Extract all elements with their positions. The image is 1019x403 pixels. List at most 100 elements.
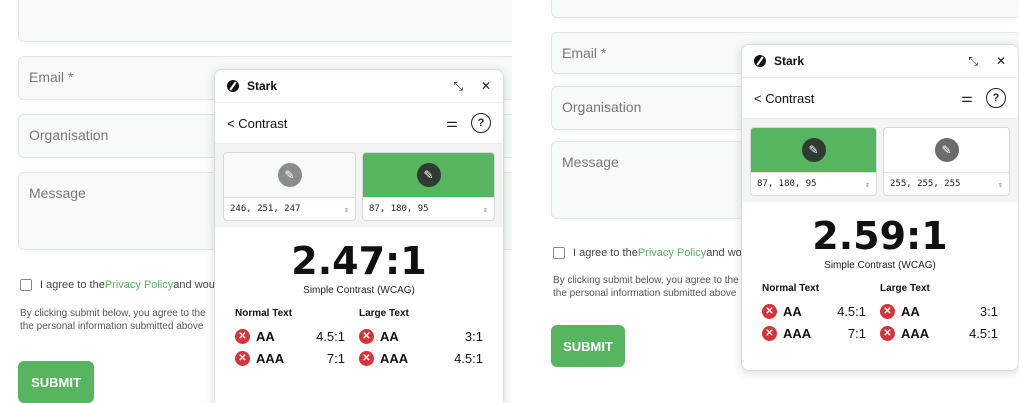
wcag-level: AAA (901, 325, 930, 341)
background-swatch[interactable]: ✎ 87, 180, 95 ⇕ (362, 152, 495, 221)
stepper-icon[interactable]: ⇕ (998, 180, 1003, 189)
stark-logo-icon (754, 55, 766, 67)
background-value-text: 87, 180, 95 (369, 204, 429, 214)
foreground-value-text: 246, 251, 247 (230, 204, 301, 214)
fine-print: By clicking submit below, you agree to t… (20, 307, 206, 333)
result-row: ✕ AA 4.5:1 (235, 325, 359, 347)
stepper-icon[interactable]: ⇕ (344, 205, 349, 214)
contrast-ratio: 2.47:1 (291, 239, 427, 283)
color-swatches: ✎ 246, 251, 247 ⇕ ✎ 87, 180, 95 ⇕ (215, 144, 503, 227)
eyedropper-icon[interactable]: ✎ (801, 138, 826, 162)
stark-logo-icon (227, 80, 239, 92)
fail-icon: ✕ (235, 328, 250, 344)
wcag-level: AA (380, 328, 399, 344)
close-icon[interactable]: ✕ (996, 54, 1006, 68)
contrast-caption: Simple Contrast (WCAG) (303, 285, 415, 296)
result-row: ✕ AAA 7:1 (235, 347, 359, 369)
background-swatch[interactable]: ✎ 255, 255, 255 ⇕ (883, 127, 1010, 196)
message-label: Message (562, 154, 619, 170)
foreground-value[interactable]: 246, 251, 247 ⇕ (224, 197, 355, 220)
consent-row: I agree to the Privacy Policy and would (553, 247, 756, 259)
email-label: Email * (29, 69, 74, 85)
wcag-level: AAA (380, 350, 409, 366)
fail-icon: ✕ (762, 303, 777, 319)
large-text-results: Large Text ✕ AA 3:1 ✕ AAA 4.5:1 (359, 308, 483, 369)
back-to-contrast-link[interactable]: < Contrast (227, 116, 433, 131)
organisation-label: Organisation (29, 127, 109, 143)
normal-text-header: Normal Text (235, 308, 293, 319)
stark-title: Stark (247, 79, 278, 93)
fail-icon: ✕ (359, 328, 374, 344)
normal-text-header: Normal Text (762, 283, 820, 294)
contrast-bar: < Contrast ⚌ ? (215, 103, 503, 144)
consent-prefix: I agree to the (573, 247, 638, 259)
contrast-bar: < Contrast ⚌ ? (742, 78, 1018, 119)
result-row: ✕ AA 3:1 (880, 300, 998, 322)
large-text-header: Large Text (359, 308, 409, 319)
minimize-icon[interactable]: ⤡ (968, 54, 978, 69)
wcag-level: AA (256, 328, 275, 344)
foreground-color: ✎ (751, 128, 876, 172)
large-text-results: Large Text ✕ AA 3:1 ✕ AAA 4.5:1 (880, 283, 998, 344)
required-ratio: 7:1 (847, 325, 866, 341)
background-value[interactable]: 255, 255, 255 ⇕ (884, 172, 1009, 195)
normal-text-results: Normal Text ✕ AA 4.5:1 ✕ AAA 7:1 (235, 308, 359, 369)
result-row: ✕ AAA 4.5:1 (880, 322, 998, 344)
sliders-icon[interactable]: ⚌ (956, 87, 978, 109)
foreground-color: ✎ (224, 153, 355, 197)
eyedropper-icon[interactable]: ✎ (934, 138, 959, 162)
fine-print-line-1: By clicking submit below, you agree to t… (20, 308, 206, 319)
result-row: ✕ AAA 7:1 (762, 322, 880, 344)
contrast-ratio: 2.59:1 (812, 214, 948, 258)
required-ratio: 4.5:1 (837, 303, 866, 319)
text-field-top[interactable] (551, 0, 1019, 18)
contrast-caption: Simple Contrast (WCAG) (824, 260, 936, 271)
stark-title: Stark (774, 54, 805, 68)
fail-icon: ✕ (880, 325, 895, 341)
sliders-icon[interactable]: ⚌ (441, 112, 463, 134)
submit-button[interactable]: SUBMIT (551, 325, 625, 367)
foreground-value-text: 87, 180, 95 (757, 179, 817, 189)
wcag-level: AAA (256, 350, 285, 366)
help-icon[interactable]: ? (471, 113, 491, 133)
consent-checkbox[interactable] (20, 279, 32, 291)
foreground-swatch[interactable]: ✎ 87, 180, 95 ⇕ (750, 127, 877, 196)
wcag-results: Normal Text ✕ AA 4.5:1 ✕ AAA 7:1 Large Text … (215, 296, 503, 369)
wcag-results: Normal Text ✕ AA 4.5:1 ✕ AAA 7:1 Large Text … (742, 271, 1018, 344)
wcag-level: AAA (783, 325, 812, 341)
screenshot-right: Email * Organisation Message I agree to … (537, 0, 1019, 403)
required-ratio: 4.5:1 (454, 350, 483, 366)
submit-button[interactable]: SUBMIT (18, 361, 94, 403)
stark-header: Stark ⤡ ✕ (215, 70, 503, 103)
organisation-label: Organisation (562, 99, 642, 115)
close-icon[interactable]: ✕ (481, 79, 491, 93)
result-row: ✕ AA 4.5:1 (762, 300, 880, 322)
stepper-icon[interactable]: ⇕ (483, 205, 488, 214)
minimize-icon[interactable]: ⤡ (453, 79, 463, 94)
consent-checkbox[interactable] (553, 247, 565, 259)
eyedropper-icon[interactable]: ✎ (277, 163, 302, 187)
required-ratio: 4.5:1 (316, 328, 345, 344)
foreground-value[interactable]: 87, 180, 95 ⇕ (751, 172, 876, 195)
eyedropper-icon[interactable]: ✎ (416, 163, 441, 187)
required-ratio: 7:1 (326, 350, 345, 366)
background-value[interactable]: 87, 180, 95 ⇕ (363, 197, 494, 220)
stark-panel: Stark ⤡ ✕ < Contrast ⚌ ? ✎ 246, 251, 247… (214, 69, 504, 403)
foreground-swatch[interactable]: ✎ 246, 251, 247 ⇕ (223, 152, 356, 221)
stark-panel: Stark ⤡ ✕ < Contrast ⚌ ? ✎ 87, 180, 95 ⇕… (741, 44, 1019, 371)
fine-print: By clicking submit below, you agree to t… (553, 274, 739, 300)
result-row: ✕ AAA 4.5:1 (359, 347, 483, 369)
required-ratio: 3:1 (979, 303, 998, 319)
consent-prefix: I agree to the (40, 279, 105, 291)
help-icon[interactable]: ? (986, 88, 1006, 108)
privacy-policy-link[interactable]: Privacy Policy (638, 247, 706, 259)
privacy-policy-link[interactable]: Privacy Policy (105, 279, 173, 291)
fail-icon: ✕ (235, 350, 250, 366)
stark-header: Stark ⤡ ✕ (742, 45, 1018, 78)
back-to-contrast-link[interactable]: < Contrast (754, 91, 948, 106)
text-field-top[interactable] (18, 0, 512, 42)
fine-print-line-2: the personal information submitted above (20, 321, 204, 332)
screenshot-left: Email * Organisation Message I agree to … (0, 0, 512, 403)
stepper-icon[interactable]: ⇕ (865, 180, 870, 189)
background-color: ✎ (884, 128, 1009, 172)
